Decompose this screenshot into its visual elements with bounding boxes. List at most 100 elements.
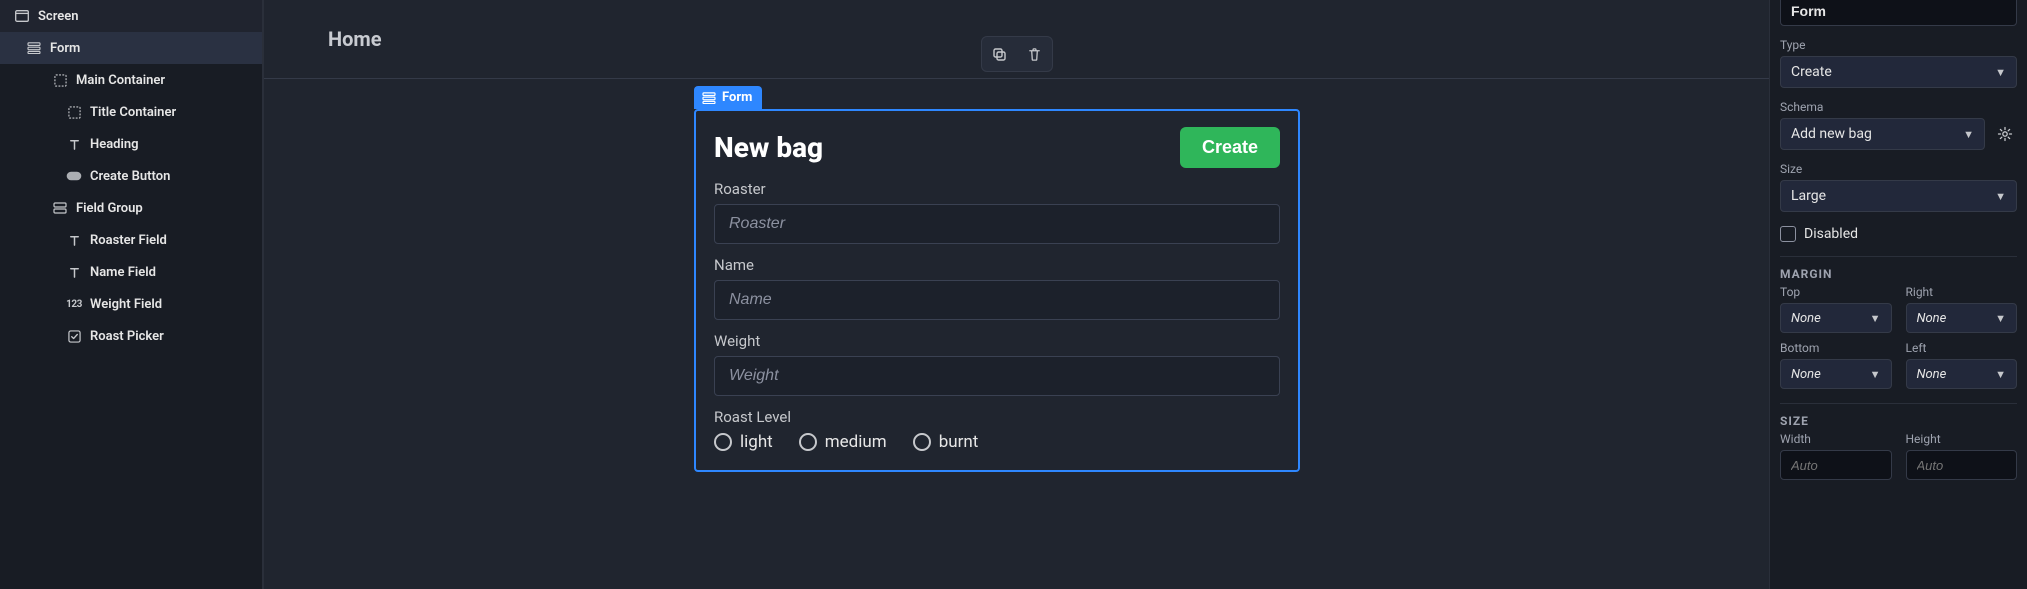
roast-option-label: medium [825,432,887,452]
height-input[interactable] [1906,450,2018,480]
tree-item-label: Main Container [76,73,165,88]
window-icon [14,8,30,24]
field-name: Name [714,256,1280,320]
tree-item-heading[interactable]: Heading [0,128,262,160]
selection-tag-label: Form [722,90,752,105]
name-input[interactable] [714,280,1280,320]
tree-item-label: Heading [90,137,139,152]
tree-item-roaster-field[interactable]: Roaster Field [0,224,262,256]
gear-icon [1997,126,2013,142]
chevron-down-icon: ▼ [1995,312,2006,325]
tree-item-name-field[interactable]: Name Field [0,256,262,288]
tree-item-label: Weight Field [90,297,162,312]
options-icon [66,328,82,344]
margin-top-label: Top [1780,285,1892,299]
trash-icon [1027,47,1042,62]
margin-left-select[interactable]: None ▼ [1906,359,2018,389]
roast-option-burnt[interactable]: burnt [913,432,979,452]
margin-top-select[interactable]: None ▼ [1780,303,1892,333]
create-button[interactable]: Create [1180,127,1280,168]
breadcrumb-bar: Home [264,0,1769,79]
disabled-checkbox[interactable]: Disabled [1780,226,2017,242]
tree-item-main-container[interactable]: Main Container [0,64,262,96]
radio-icon [913,433,931,451]
breadcrumb-home[interactable]: Home [328,27,382,51]
size-label: Size [1780,162,2017,176]
tree-item-label: Title Container [90,105,176,120]
selection-tag[interactable]: Form [694,86,762,109]
delete-button[interactable] [1020,39,1050,69]
selected-element-wrap: Form New bag Create Roaster Name Weight [694,86,1300,472]
margin-left-label: Left [1906,341,2018,355]
field-roaster: Roaster [714,180,1280,244]
tree-item-label: Form [50,41,80,56]
size-select[interactable]: Large ▼ [1780,180,2017,212]
margin-right-select[interactable]: None ▼ [1906,303,2018,333]
roast-option-label: light [740,432,773,452]
radio-icon [714,433,732,451]
tree-item-roast-picker[interactable]: Roast Picker [0,320,262,352]
field-label-roaster: Roaster [714,180,1280,198]
weight-input[interactable] [714,356,1280,396]
roast-radio-group[interactable]: light medium burnt [714,432,1280,452]
size-section-title: SIZE [1780,403,2017,428]
margin-bottom-select[interactable]: None ▼ [1780,359,1892,389]
form-icon [702,92,716,104]
component-tree[interactable]: Screen Form Main Container Title Container H… [0,0,263,589]
roast-option-medium[interactable]: medium [799,432,887,452]
radio-icon [799,433,817,451]
type-select[interactable]: Create ▼ [1780,56,2017,88]
schema-select-value: Add new bag [1791,126,1872,142]
roast-option-label: burnt [939,432,979,452]
inspector-panel[interactable]: Type Create ▼ Schema Add new bag ▼ Size … [1770,0,2027,589]
size-select-value: Large [1791,188,1826,204]
roaster-input[interactable] [714,204,1280,244]
schema-select[interactable]: Add new bag ▼ [1780,118,1985,150]
tree-item-screen[interactable]: Screen [0,0,262,32]
text-icon [66,136,82,152]
container-icon [52,72,68,88]
width-input[interactable] [1780,450,1892,480]
type-label: Type [1780,38,2017,52]
container-icon [66,104,82,120]
field-label-weight: Weight [714,332,1280,350]
tree-item-label: Name Field [90,265,156,280]
margin-section-title: MARGIN [1780,256,2017,281]
tree-item-create-button[interactable]: Create Button [0,160,262,192]
chevron-down-icon: ▼ [1870,368,1881,381]
type-select-value: Create [1791,64,1832,80]
form-card[interactable]: New bag Create Roaster Name Weight Roast… [694,109,1300,472]
roast-option-light[interactable]: light [714,432,773,452]
component-name-input[interactable] [1780,0,2017,26]
text-icon [66,232,82,248]
chevron-down-icon: ▼ [1995,368,2006,381]
tree-item-label: Create Button [90,169,170,184]
copy-icon [991,46,1007,62]
chevron-down-icon: ▼ [1870,312,1881,325]
tree-item-label: Field Group [76,201,143,216]
margin-right-label: Right [1906,285,2018,299]
button-icon [66,168,82,184]
duplicate-button[interactable] [984,39,1014,69]
margin-right-value: None [1917,311,1947,326]
tree-item-form[interactable]: Form [0,32,262,64]
margin-left-value: None [1917,367,1947,382]
height-label: Height [1906,432,2018,446]
text-icon [66,264,82,280]
field-label-name: Name [714,256,1280,274]
group-icon [52,200,68,216]
tree-item-weight-field[interactable]: 123 Weight Field [0,288,262,320]
tree-item-field-group[interactable]: Field Group [0,192,262,224]
chevron-down-icon: ▼ [1995,190,2006,203]
disabled-label: Disabled [1804,226,1858,242]
chevron-down-icon: ▼ [1995,66,2006,79]
canvas[interactable]: Home [263,0,1770,589]
margin-top-value: None [1791,311,1821,326]
number-icon: 123 [66,296,82,312]
tree-item-label: Screen [38,9,79,24]
tree-item-title-container[interactable]: Title Container [0,96,262,128]
tree-item-label: Roaster Field [90,233,167,248]
schema-settings-button[interactable] [1993,122,2017,146]
tree-item-label: Roast Picker [90,329,164,344]
field-roast-level: Roast Level light medium burnt [714,408,1280,452]
